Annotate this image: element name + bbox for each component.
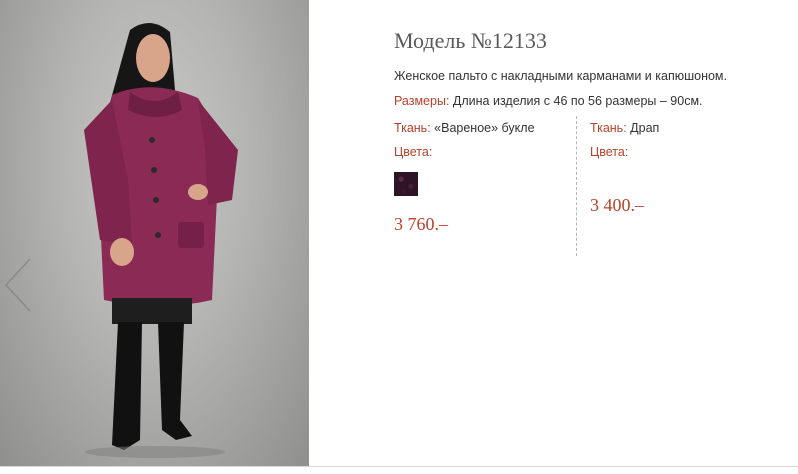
colors-label: Цвета:: [394, 145, 433, 159]
fabric-value: Драп: [630, 121, 660, 135]
colors-row: Цвета:: [394, 145, 574, 159]
variant-boucle: Ткань: «Вареное» букле Цвета: 3 760.–: [394, 121, 574, 235]
colors-row: Цвета:: [590, 145, 790, 159]
model-in-coat-image: [84, 22, 238, 458]
column-divider: [576, 116, 577, 256]
page-title: Модель №12133: [394, 28, 547, 53]
color-swatch[interactable]: [394, 172, 418, 196]
sizes-label: Размеры:: [394, 94, 450, 108]
sizes-info: Размеры: Длина изделия с 46 по 56 размер…: [394, 94, 703, 108]
product-photo: [0, 0, 309, 466]
fabric-label: Ткань:: [394, 121, 431, 135]
divider-line: [0, 466, 798, 467]
chevron-left-icon[interactable]: [0, 255, 36, 315]
fabric-row: Ткань: Драп: [590, 121, 790, 135]
variant-drape: Ткань: Драп Цвета: 3 400.–: [590, 121, 790, 216]
sizes-value: Длина изделия с 46 по 56 размеры – 90см.: [452, 94, 703, 108]
price: 3 760.–: [394, 214, 448, 234]
fabric-value: «Вареное» букле: [434, 121, 535, 135]
fabric-label: Ткань:: [590, 121, 627, 135]
price: 3 400.–: [590, 195, 644, 215]
product-description: Женское пальто с накладными карманами и …: [394, 69, 727, 83]
fabric-row: Ткань: «Вареное» букле: [394, 121, 574, 135]
colors-label: Цвета:: [590, 145, 629, 159]
